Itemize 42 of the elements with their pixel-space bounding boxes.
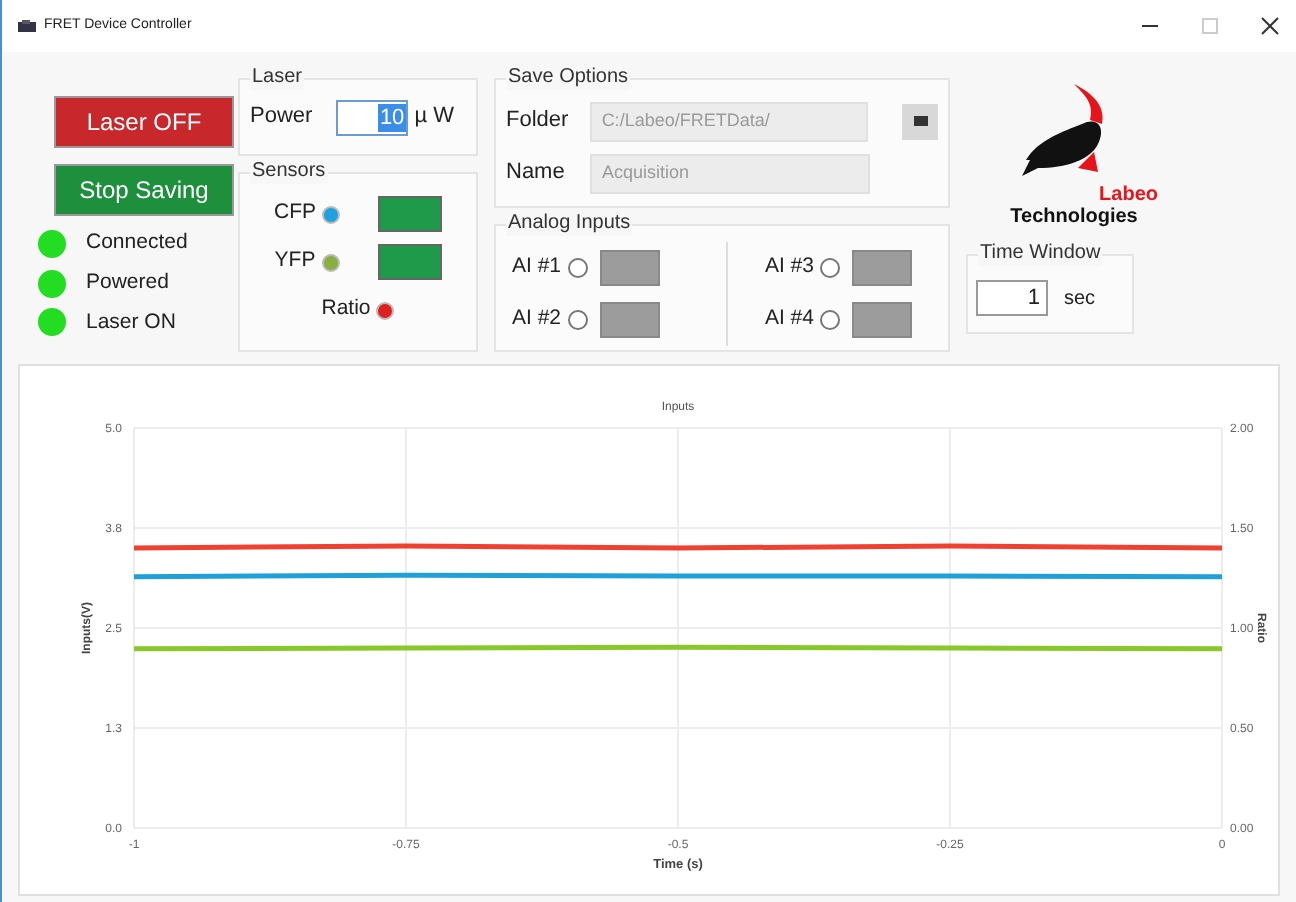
status-label: Powered	[86, 267, 169, 298]
folder-label: Folder	[506, 106, 571, 137]
folder-icon	[913, 116, 928, 127]
logo-text: Technologies	[1010, 206, 1138, 230]
power-field[interactable]: 10	[336, 99, 409, 136]
radio-button[interactable]	[567, 258, 588, 279]
group-title: Time Window	[978, 242, 1103, 266]
input-toggle-button[interactable]	[852, 302, 912, 339]
status-label: Connected	[86, 228, 188, 258]
sensor-label: CFP	[274, 198, 316, 229]
time-window-field[interactable]: 1	[976, 280, 1048, 316]
saving-button[interactable]: Stop Saving	[54, 164, 234, 216]
input-label: AI #1	[512, 252, 562, 283]
radio-button[interactable]	[820, 258, 840, 279]
radio-button[interactable]	[820, 310, 840, 331]
sensor-label: YFP	[274, 246, 316, 277]
input-toggle-button[interactable]	[599, 302, 660, 339]
input-toggle-button[interactable]	[852, 250, 912, 287]
browse-button[interactable]	[902, 103, 938, 140]
sensor-toggle-button[interactable]	[377, 244, 442, 281]
power-unit: µ W	[414, 102, 454, 133]
time-unit-label: sec	[1064, 285, 1096, 313]
group-title: Analog Inputs	[506, 212, 633, 237]
sensor-label: Ratio	[321, 294, 371, 325]
input-label: AI #2	[512, 304, 562, 335]
status-label: Laser ON	[86, 307, 176, 337]
group-title: Save Options	[506, 66, 631, 90]
group-title: Sensors	[250, 160, 328, 185]
laser-button[interactable]: Laser OFF	[54, 96, 234, 148]
radio-button[interactable]	[567, 310, 588, 331]
close-icon[interactable]	[1260, 16, 1280, 36]
logo-text: Labeo	[1099, 184, 1158, 206]
input-label: AI #4	[764, 304, 814, 335]
group-title: Laser	[250, 66, 305, 90]
sensor-toggle-button[interactable]	[378, 196, 442, 233]
input-toggle-button[interactable]	[599, 250, 660, 287]
app-icon	[18, 19, 36, 33]
power-label: Power	[250, 102, 313, 133]
input-label: AI #3	[764, 252, 814, 283]
name-label: Name	[506, 158, 567, 189]
name-field[interactable]: Acquisition	[590, 153, 870, 194]
folder-field[interactable]: C:/Labeo/FRETData/	[589, 101, 869, 142]
